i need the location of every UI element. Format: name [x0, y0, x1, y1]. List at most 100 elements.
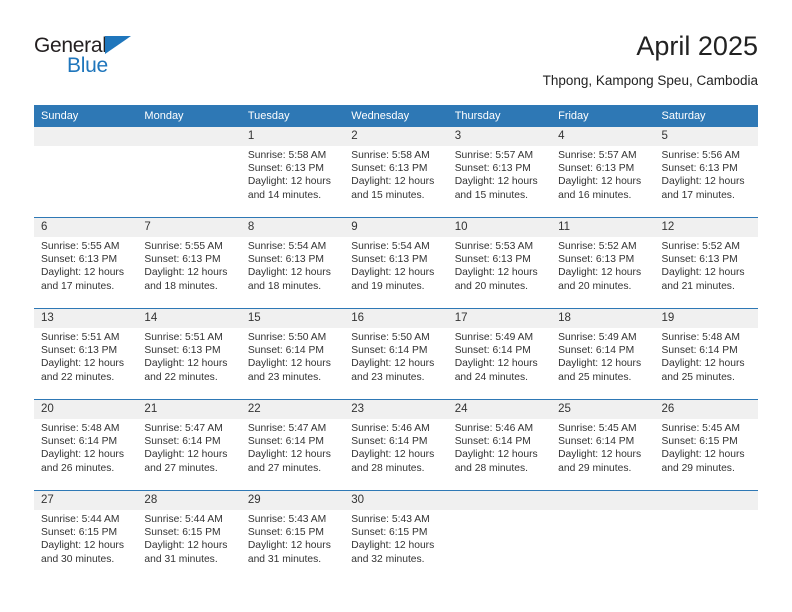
- day-cell-inner: [551, 491, 655, 581]
- day-cell-inner: 22 Sunrise: 5:47 AM Sunset: 6:14 PM Dayligh…: [240, 400, 345, 490]
- calendar-page: General Blue April 2025 Thpong, Kampong …: [0, 0, 792, 612]
- day-cell-inner: 19 Sunrise: 5:48 AM Sunset: 6:14 PM Dayligh…: [654, 309, 758, 399]
- calendar-day-cell[interactable]: 5 Sunrise: 5:56 AM Sunset: 6:13 PM Daylight…: [654, 127, 758, 218]
- logo-text-blue: Blue: [67, 54, 108, 77]
- calendar-day-cell[interactable]: 14 Sunrise: 5:51 AM Sunset: 6:13 PM Dayligh…: [137, 308, 241, 400]
- daylight-text: Daylight: 12 hours and 25 minutes.: [661, 358, 745, 383]
- calendar-day-cell[interactable]: 20 Sunrise: 5:48 AM Sunset: 6:14 PM Dayligh…: [34, 399, 138, 491]
- calendar-day-cell[interactable]: 15 Sunrise: 5:50 AM Sunset: 6:14 PM Dayligh…: [240, 308, 345, 400]
- day-number: 3: [447, 127, 552, 146]
- day-number: 2: [344, 127, 448, 146]
- day-number: 8: [240, 218, 345, 237]
- calendar-day-cell[interactable]: 4 Sunrise: 5:57 AM Sunset: 6:13 PM Daylight…: [551, 127, 655, 218]
- calendar-day-cell[interactable]: 16 Sunrise: 5:50 AM Sunset: 6:14 PM Dayligh…: [344, 308, 448, 400]
- daylight-text: Daylight: 12 hours and 27 minutes.: [144, 449, 228, 474]
- day-cell-inner: 12 Sunrise: 5:52 AM Sunset: 6:13 PM Dayligh…: [654, 218, 758, 308]
- sunrise-text: Sunrise: 5:54 AM: [247, 241, 327, 252]
- day-number: 30: [344, 491, 448, 510]
- day-cell-inner: 5 Sunrise: 5:56 AM Sunset: 6:13 PM Daylight…: [654, 127, 758, 217]
- day-number: 5: [654, 127, 758, 146]
- calendar-day-cell[interactable]: 28 Sunrise: 5:44 AM Sunset: 6:15 PM Dayligh…: [137, 490, 241, 581]
- calendar-day-cell[interactable]: 21 Sunrise: 5:47 AM Sunset: 6:14 PM Dayligh…: [137, 399, 241, 491]
- sunrise-text: Sunrise: 5:51 AM: [41, 332, 120, 343]
- calendar-day-cell[interactable]: 9 Sunrise: 5:54 AM Sunset: 6:13 PM Daylight…: [344, 217, 448, 309]
- calendar-day-cell[interactable]: 19 Sunrise: 5:48 AM Sunset: 6:14 PM Dayligh…: [654, 308, 758, 400]
- day-number: 1: [240, 127, 345, 146]
- calendar-day-cell[interactable]: 3 Sunrise: 5:57 AM Sunset: 6:13 PM Daylight…: [447, 127, 552, 218]
- calendar-day-cell-empty: [551, 490, 655, 581]
- day-cell-inner: 27 Sunrise: 5:44 AM Sunset: 6:15 PM Dayligh…: [34, 491, 138, 581]
- calendar-day-cell[interactable]: 29 Sunrise: 5:43 AM Sunset: 6:15 PM Dayligh…: [240, 490, 345, 581]
- calendar-day-cell[interactable]: 6 Sunrise: 5:55 AM Sunset: 6:13 PM Daylight…: [34, 217, 138, 309]
- calendar-day-cell[interactable]: 30 Sunrise: 5:43 AM Sunset: 6:15 PM Dayligh…: [344, 490, 448, 581]
- sunset-text: Sunset: 6:13 PM: [661, 163, 738, 175]
- daylight-text: Daylight: 12 hours and 26 minutes.: [41, 449, 124, 474]
- daylight-text: Daylight: 12 hours and 20 minutes.: [454, 267, 538, 292]
- sunset-text: Sunset: 6:13 PM: [144, 254, 221, 266]
- day-details: Sunrise: 5:55 AM Sunset: 6:13 PM Daylight:…: [137, 237, 240, 293]
- day-number: [34, 127, 138, 146]
- daylight-text: Daylight: 12 hours and 30 minutes.: [41, 540, 124, 565]
- sunset-text: Sunset: 6:15 PM: [351, 527, 428, 539]
- calendar-day-cell[interactable]: 7 Sunrise: 5:55 AM Sunset: 6:13 PM Daylight…: [137, 217, 241, 309]
- day-cell-inner: 9 Sunrise: 5:54 AM Sunset: 6:13 PM Daylight…: [344, 218, 448, 308]
- day-number: 4: [551, 127, 655, 146]
- daylight-text: Daylight: 12 hours and 22 minutes.: [144, 358, 228, 383]
- calendar-day-cell[interactable]: 12 Sunrise: 5:52 AM Sunset: 6:13 PM Dayligh…: [654, 217, 758, 309]
- daylight-text: Daylight: 12 hours and 21 minutes.: [661, 267, 745, 292]
- general-blue-logo[interactable]: General Blue: [34, 34, 194, 82]
- day-details: Sunrise: 5:55 AM Sunset: 6:13 PM Daylight:…: [34, 237, 137, 293]
- calendar-day-cell[interactable]: 26 Sunrise: 5:45 AM Sunset: 6:15 PM Dayligh…: [654, 399, 758, 491]
- day-cell-inner: 17 Sunrise: 5:49 AM Sunset: 6:14 PM Dayligh…: [447, 309, 552, 399]
- day-number: 25: [551, 400, 655, 419]
- day-details: Sunrise: 5:47 AM Sunset: 6:14 PM Daylight:…: [137, 419, 240, 475]
- day-cell-inner: 15 Sunrise: 5:50 AM Sunset: 6:14 PM Dayligh…: [240, 309, 345, 399]
- sunset-text: Sunset: 6:13 PM: [41, 345, 118, 357]
- day-cell-inner: 18 Sunrise: 5:49 AM Sunset: 6:14 PM Dayligh…: [551, 309, 655, 399]
- calendar-day-cell[interactable]: 17 Sunrise: 5:49 AM Sunset: 6:14 PM Dayligh…: [447, 308, 552, 400]
- calendar-day-cell[interactable]: 11 Sunrise: 5:52 AM Sunset: 6:13 PM Dayligh…: [551, 217, 655, 309]
- day-number: 22: [240, 400, 345, 419]
- daylight-text: Daylight: 12 hours and 29 minutes.: [661, 449, 745, 474]
- day-details: Sunrise: 5:46 AM Sunset: 6:14 PM Daylight:…: [344, 419, 447, 475]
- day-cell-inner: 7 Sunrise: 5:55 AM Sunset: 6:13 PM Daylight…: [137, 218, 241, 308]
- sunset-text: Sunset: 6:13 PM: [558, 163, 635, 175]
- calendar-day-cell[interactable]: 18 Sunrise: 5:49 AM Sunset: 6:14 PM Dayligh…: [551, 308, 655, 400]
- sunset-text: Sunset: 6:14 PM: [247, 345, 324, 357]
- day-details: Sunrise: 5:50 AM Sunset: 6:14 PM Daylight:…: [241, 328, 344, 384]
- day-number: 19: [654, 309, 758, 328]
- calendar-day-cell[interactable]: 13 Sunrise: 5:51 AM Sunset: 6:13 PM Dayligh…: [34, 308, 138, 400]
- calendar-day-cell[interactable]: 23 Sunrise: 5:46 AM Sunset: 6:14 PM Dayligh…: [344, 399, 448, 491]
- calendar-week-row: 13 Sunrise: 5:51 AM Sunset: 6:13 PM Dayligh…: [34, 308, 758, 400]
- day-number: 24: [447, 400, 552, 419]
- daylight-text: Daylight: 12 hours and 22 minutes.: [41, 358, 124, 383]
- calendar-day-cell[interactable]: 27 Sunrise: 5:44 AM Sunset: 6:15 PM Dayligh…: [34, 490, 138, 581]
- calendar-day-cell[interactable]: 10 Sunrise: 5:53 AM Sunset: 6:13 PM Dayligh…: [447, 217, 552, 309]
- day-details: Sunrise: 5:56 AM Sunset: 6:13 PM Daylight:…: [655, 146, 758, 202]
- sunset-text: Sunset: 6:14 PM: [454, 436, 531, 448]
- calendar-day-cell[interactable]: 22 Sunrise: 5:47 AM Sunset: 6:14 PM Dayligh…: [240, 399, 345, 491]
- calendar-day-cell[interactable]: 1 Sunrise: 5:58 AM Sunset: 6:13 PM Daylight…: [240, 127, 345, 218]
- day-cell-inner: 6 Sunrise: 5:55 AM Sunset: 6:13 PM Daylight…: [34, 218, 138, 308]
- calendar-day-cell[interactable]: 8 Sunrise: 5:54 AM Sunset: 6:13 PM Daylight…: [240, 217, 345, 309]
- page-header: General Blue April 2025 Thpong, Kampong …: [34, 30, 758, 92]
- weekday-header-thursday: Thursday: [447, 105, 552, 127]
- day-cell-inner: 2 Sunrise: 5:58 AM Sunset: 6:13 PM Daylight…: [344, 127, 448, 217]
- day-details: Sunrise: 5:50 AM Sunset: 6:14 PM Daylight:…: [344, 328, 447, 384]
- sunrise-text: Sunrise: 5:50 AM: [351, 332, 430, 343]
- weekday-header-monday: Monday: [137, 105, 241, 127]
- day-cell-inner: [654, 491, 758, 581]
- sunrise-text: Sunrise: 5:57 AM: [454, 150, 534, 161]
- day-details: Sunrise: 5:52 AM Sunset: 6:13 PM Daylight:…: [551, 237, 654, 293]
- sunrise-text: Sunrise: 5:56 AM: [661, 150, 740, 161]
- calendar-day-cell[interactable]: 25 Sunrise: 5:45 AM Sunset: 6:14 PM Dayligh…: [551, 399, 655, 491]
- day-cell-inner: 21 Sunrise: 5:47 AM Sunset: 6:14 PM Dayligh…: [137, 400, 241, 490]
- day-number: 11: [551, 218, 655, 237]
- calendar-day-cell[interactable]: 24 Sunrise: 5:46 AM Sunset: 6:14 PM Dayligh…: [447, 399, 552, 491]
- sunset-text: Sunset: 6:14 PM: [558, 436, 635, 448]
- day-details: Sunrise: 5:43 AM Sunset: 6:15 PM Daylight:…: [344, 510, 447, 566]
- sunset-text: Sunset: 6:13 PM: [558, 254, 635, 266]
- day-number: 23: [344, 400, 448, 419]
- sunrise-text: Sunrise: 5:53 AM: [454, 241, 534, 252]
- calendar-day-cell[interactable]: 2 Sunrise: 5:58 AM Sunset: 6:13 PM Daylight…: [344, 127, 448, 218]
